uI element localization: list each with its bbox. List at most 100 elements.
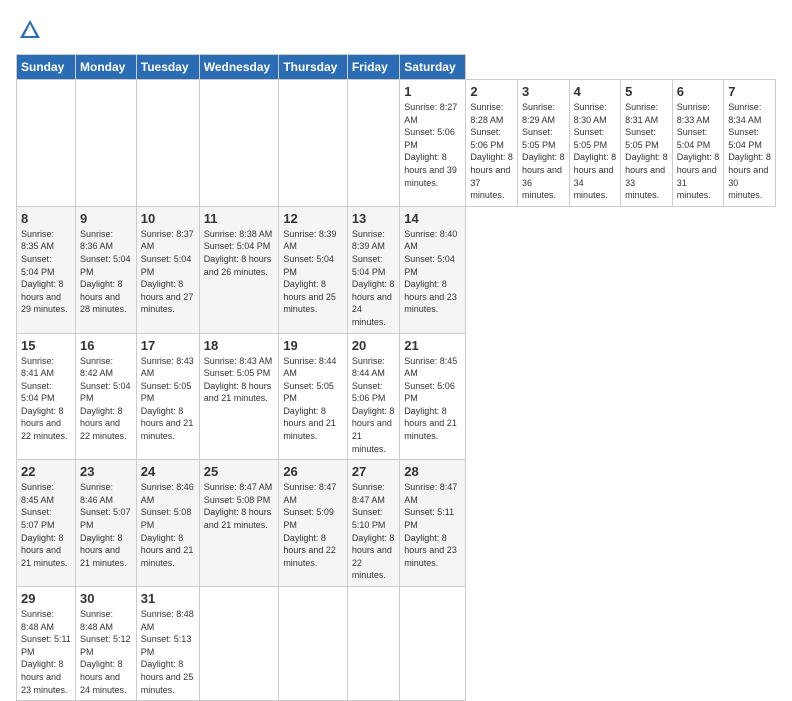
sunrise-text: Sunrise: 8:29 AM bbox=[522, 102, 555, 125]
calendar-cell: 2Sunrise: 8:28 AMSunset: 5:06 PMDaylight… bbox=[466, 80, 518, 207]
day-info: Sunrise: 8:31 AMSunset: 5:05 PMDaylight:… bbox=[625, 101, 668, 202]
daylight-text: Daylight: 8 hours and 25 minutes. bbox=[141, 659, 194, 694]
day-info: Sunrise: 8:47 AMSunset: 5:11 PMDaylight:… bbox=[404, 481, 461, 569]
daylight-text: Daylight: 8 hours and 23 minutes. bbox=[404, 279, 457, 314]
day-number: 9 bbox=[80, 211, 132, 226]
sunrise-text: Sunrise: 8:45 AM bbox=[404, 356, 457, 379]
sunset-text: Sunset: 5:06 PM bbox=[470, 127, 504, 150]
calendar-cell: 27 Sunrise: 8:47 AMSunset: 5:10 PM Dayligh… bbox=[347, 460, 399, 587]
calendar-cell: 25Sunrise: 8:47 AMSunset: 5:08 PMDayligh… bbox=[199, 460, 279, 587]
logo bbox=[16, 16, 48, 44]
daylight-text: Daylight: 8 hours and 28 minutes. bbox=[80, 279, 127, 314]
day-number: 16 bbox=[80, 338, 132, 353]
day-number: 18 bbox=[204, 338, 275, 353]
sunset-text: Sunset: 5:13 PM bbox=[141, 634, 192, 657]
header bbox=[16, 16, 776, 44]
sunrise-text: Sunrise: 8:47 AM bbox=[352, 482, 385, 505]
sunset-text: Sunset: 5:11 PM bbox=[21, 634, 71, 657]
day-info: Sunrise: 8:38 AM Sunset: 5:04 PM Daylight:… bbox=[204, 228, 275, 278]
calendar-cell bbox=[76, 80, 137, 207]
day-number: 24 bbox=[141, 464, 195, 479]
sunset-text: Sunset: 5:05 PM bbox=[522, 127, 556, 150]
sunrise-text: Sunrise: 8:37 AM bbox=[141, 229, 194, 252]
sunset-text: Sunset: 5:10 PM bbox=[352, 507, 386, 530]
sunrise-text: Sunrise: 8:47 AM bbox=[204, 482, 273, 492]
day-info: Sunrise: 8:48 AMSunset: 5:13 PMDaylight:… bbox=[141, 608, 195, 696]
calendar-week-4: 22 Sunrise: 8:45 AMSunset: 5:07 PMDayligh… bbox=[17, 460, 776, 587]
sunset-text: Sunset: 5:05 PM bbox=[574, 127, 608, 150]
sunrise-text: Sunrise: 8:43 AM bbox=[204, 356, 273, 366]
day-number: 11 bbox=[204, 211, 275, 226]
sunrise-text: Sunrise: 8:46 AM bbox=[80, 482, 113, 505]
daylight-text: Daylight: 8 hours and 22 minutes. bbox=[21, 406, 68, 441]
day-number: 15 bbox=[21, 338, 71, 353]
day-info: Sunrise: 8:41 AMSunset: 5:04 PMDaylight:… bbox=[21, 355, 71, 443]
sunset-text: Sunset: 5:04 PM bbox=[141, 254, 192, 277]
day-info: Sunrise: 8:33 AMSunset: 5:04 PMDaylight:… bbox=[677, 101, 720, 202]
sunrise-text: Sunrise: 8:40 AM bbox=[404, 229, 457, 252]
daylight-text: Daylight: 8 hours and 24 minutes. bbox=[352, 279, 395, 327]
day-number: 21 bbox=[404, 338, 461, 353]
day-info: Sunrise: 8:27 AMSunset: 5:06 PMDaylight:… bbox=[404, 101, 461, 189]
calendar-cell: 13Sunrise: 8:39 AMSunset: 5:04 PMDayligh… bbox=[347, 206, 399, 333]
calendar-cell: 28Sunrise: 8:47 AMSunset: 5:11 PMDayligh… bbox=[400, 460, 466, 587]
day-number: 10 bbox=[141, 211, 195, 226]
sunset-text: Sunset: 5:06 PM bbox=[404, 381, 455, 404]
calendar-cell: 5 Sunrise: 8:31 AMSunset: 5:05 PMDaylight… bbox=[621, 80, 673, 207]
sunrise-text: Sunrise: 8:46 AM bbox=[141, 482, 194, 505]
day-info: Sunrise: 8:45 AMSunset: 5:06 PMDaylight:… bbox=[404, 355, 461, 443]
calendar-cell: 17Sunrise: 8:43 AMSunset: 5:05 PMDayligh… bbox=[136, 333, 199, 460]
day-info: Sunrise: 8:34 AMSunset: 5:04 PMDaylight:… bbox=[728, 101, 771, 202]
daylight-text: Daylight: 8 hours and 26 minutes. bbox=[204, 254, 272, 277]
day-number: 19 bbox=[283, 338, 343, 353]
sunset-text: Sunset: 5:04 PM bbox=[80, 254, 131, 277]
day-info: Sunrise: 8:45 AMSunset: 5:07 PMDaylight:… bbox=[21, 481, 71, 569]
daylight-text: Daylight: 8 hours and 21 minutes. bbox=[204, 381, 272, 404]
sunset-text: Sunset: 5:06 PM bbox=[352, 381, 386, 404]
sunset-text: Sunset: 5:04 PM bbox=[677, 127, 711, 150]
day-info: Sunrise: 8:39 AMSunset: 5:04 PMDaylight:… bbox=[283, 228, 343, 316]
day-number: 29 bbox=[21, 591, 71, 606]
sunset-text: Sunset: 5:07 PM bbox=[21, 507, 55, 530]
daylight-text: Daylight: 8 hours and 25 minutes. bbox=[283, 279, 336, 314]
calendar-cell bbox=[199, 80, 279, 207]
day-number: 4 bbox=[574, 84, 617, 99]
sunrise-text: Sunrise: 8:27 AM bbox=[404, 102, 457, 125]
calendar-cell: 4Sunrise: 8:30 AMSunset: 5:05 PMDaylight… bbox=[569, 80, 621, 207]
day-number: 17 bbox=[141, 338, 195, 353]
day-info: Sunrise: 8:44 AMSunset: 5:06 PMDaylight:… bbox=[352, 355, 395, 456]
column-header-friday: Friday bbox=[347, 55, 399, 80]
daylight-text: Daylight: 8 hours and 31 minutes. bbox=[677, 152, 720, 200]
sunset-text: Sunset: 5:04 PM bbox=[204, 241, 271, 251]
day-number: 27 bbox=[352, 464, 395, 479]
day-info: Sunrise: 8:42 AMSunset: 5:04 PMDaylight:… bbox=[80, 355, 132, 443]
calendar-cell bbox=[136, 80, 199, 207]
calendar-cell: 15 Sunrise: 8:41 AMSunset: 5:04 PMDayligh… bbox=[17, 333, 76, 460]
sunset-text: Sunset: 5:09 PM bbox=[283, 507, 334, 530]
day-number: 13 bbox=[352, 211, 395, 226]
calendar-cell: 14Sunrise: 8:40 AMSunset: 5:04 PMDayligh… bbox=[400, 206, 466, 333]
sunset-text: Sunset: 5:05 PM bbox=[204, 368, 271, 378]
sunset-text: Sunset: 5:05 PM bbox=[625, 127, 659, 150]
sunset-text: Sunset: 5:04 PM bbox=[352, 254, 386, 277]
calendar-cell bbox=[279, 80, 348, 207]
calendar-cell: 31Sunrise: 8:48 AMSunset: 5:13 PMDayligh… bbox=[136, 587, 199, 701]
day-number: 5 bbox=[625, 84, 668, 99]
sunrise-text: Sunrise: 8:28 AM bbox=[470, 102, 503, 125]
calendar-cell bbox=[17, 80, 76, 207]
day-info: Sunrise: 8:37 AMSunset: 5:04 PMDaylight:… bbox=[141, 228, 195, 316]
sunset-text: Sunset: 5:05 PM bbox=[141, 381, 192, 404]
day-number: 14 bbox=[404, 211, 461, 226]
daylight-text: Daylight: 8 hours and 22 minutes. bbox=[352, 533, 395, 581]
day-number: 22 bbox=[21, 464, 71, 479]
calendar-cell: 30Sunrise: 8:48 AMSunset: 5:12 PMDayligh… bbox=[76, 587, 137, 701]
calendar-cell: 21 Sunrise: 8:45 AMSunset: 5:06 PMDayligh… bbox=[400, 333, 466, 460]
day-number: 7 bbox=[728, 84, 771, 99]
calendar: SundayMondayTuesdayWednesdayThursdayFrid… bbox=[16, 54, 776, 701]
daylight-text: Daylight: 8 hours and 21 minutes. bbox=[404, 406, 457, 441]
sunrise-text: Sunrise: 8:30 AM bbox=[574, 102, 607, 125]
sunrise-text: Sunrise: 8:38 AM bbox=[204, 229, 273, 239]
calendar-week-3: 15 Sunrise: 8:41 AMSunset: 5:04 PMDayligh… bbox=[17, 333, 776, 460]
sunset-text: Sunset: 5:04 PM bbox=[80, 381, 131, 404]
calendar-cell: 11 Sunrise: 8:38 AM Sunset: 5:04 PM Dayligh… bbox=[199, 206, 279, 333]
